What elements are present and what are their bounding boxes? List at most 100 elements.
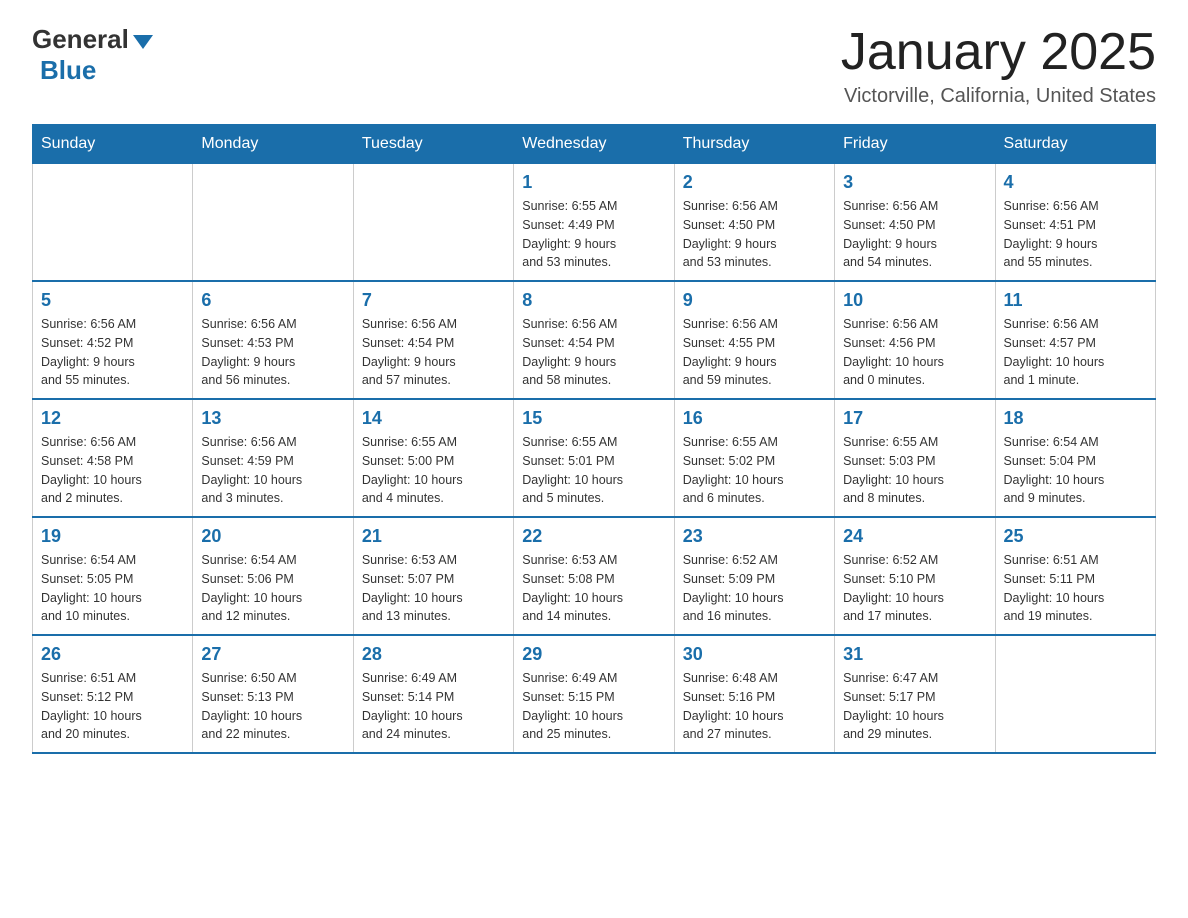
header-row: SundayMondayTuesdayWednesdayThursdayFrid… bbox=[33, 125, 1156, 164]
calendar-cell: 9 Sunrise: 6:56 AM Sunset: 4:55 PM Daylig… bbox=[674, 281, 834, 399]
day-info: Sunrise: 6:56 AM Sunset: 4:54 PM Dayligh… bbox=[362, 315, 505, 390]
day-number: 13 bbox=[201, 408, 344, 429]
day-info: Sunrise: 6:54 AM Sunset: 5:06 PM Dayligh… bbox=[201, 551, 344, 626]
calendar-cell bbox=[353, 164, 513, 282]
calendar-cell: 6Sunrise: 6:56 AM Sunset: 4:53 PM Daylig… bbox=[193, 281, 353, 399]
day-info: Sunrise: 6:50 AM Sunset: 5:13 PM Dayligh… bbox=[201, 669, 344, 744]
calendar-cell: 27 Sunrise: 6:50 AM Sunset: 5:13 PM Dayli… bbox=[193, 635, 353, 753]
calendar-table: SundayMondayTuesdayWednesdayThursdayFrid… bbox=[32, 124, 1156, 754]
week-row-1: 1Sunrise: 6:55 AM Sunset: 4:49 PM Daylig… bbox=[33, 164, 1156, 282]
day-info: Sunrise: 6:53 AM Sunset: 5:08 PM Dayligh… bbox=[522, 551, 665, 626]
calendar-cell: 19 Sunrise: 6:54 AM Sunset: 5:05 PM Dayli… bbox=[33, 517, 193, 635]
calendar-cell: 7 Sunrise: 6:56 AM Sunset: 4:54 PM Daylig… bbox=[353, 281, 513, 399]
header-monday: Monday bbox=[193, 125, 353, 164]
day-number: 23 bbox=[683, 526, 826, 547]
day-info: Sunrise: 6:54 AM Sunset: 5:05 PM Dayligh… bbox=[41, 551, 184, 626]
day-info: Sunrise: 6:54 AM Sunset: 5:04 PM Dayligh… bbox=[1004, 433, 1147, 508]
calendar-cell: 16 Sunrise: 6:55 AM Sunset: 5:02 PM Dayli… bbox=[674, 399, 834, 517]
day-number: 17 bbox=[843, 408, 986, 429]
day-number: 7 bbox=[362, 290, 505, 311]
calendar-cell: 28 Sunrise: 6:49 AM Sunset: 5:14 PM Dayli… bbox=[353, 635, 513, 753]
day-number: 16 bbox=[683, 408, 826, 429]
calendar-cell: 17 Sunrise: 6:55 AM Sunset: 5:03 PM Dayli… bbox=[835, 399, 995, 517]
day-number: 4 bbox=[1004, 172, 1147, 193]
header-tuesday: Tuesday bbox=[353, 125, 513, 164]
day-number: 5 bbox=[41, 290, 184, 311]
calendar-cell: 21 Sunrise: 6:53 AM Sunset: 5:07 PM Dayli… bbox=[353, 517, 513, 635]
day-info: Sunrise: 6:53 AM Sunset: 5:07 PM Dayligh… bbox=[362, 551, 505, 626]
day-number: 27 bbox=[201, 644, 344, 665]
day-info: Sunrise: 6:52 AM Sunset: 5:10 PM Dayligh… bbox=[843, 551, 986, 626]
calendar-cell: 14 Sunrise: 6:55 AM Sunset: 5:00 PM Dayli… bbox=[353, 399, 513, 517]
calendar-cell: 11 Sunrise: 6:56 AM Sunset: 4:57 PM Dayli… bbox=[995, 281, 1155, 399]
calendar-cell: 15 Sunrise: 6:55 AM Sunset: 5:01 PM Dayli… bbox=[514, 399, 674, 517]
logo-arrow-icon bbox=[133, 35, 153, 49]
day-info: Sunrise: 6:51 AM Sunset: 5:11 PM Dayligh… bbox=[1004, 551, 1147, 626]
day-number: 2 bbox=[683, 172, 826, 193]
calendar-cell: 18 Sunrise: 6:54 AM Sunset: 5:04 PM Dayli… bbox=[995, 399, 1155, 517]
calendar-cell: 24Sunrise: 6:52 AM Sunset: 5:10 PM Dayli… bbox=[835, 517, 995, 635]
day-number: 30 bbox=[683, 644, 826, 665]
day-info: Sunrise: 6:56 AM Sunset: 4:54 PM Dayligh… bbox=[522, 315, 665, 390]
logo-blue-text: Blue bbox=[40, 55, 96, 86]
calendar-header: SundayMondayTuesdayWednesdayThursdayFrid… bbox=[33, 125, 1156, 164]
week-row-2: 5 Sunrise: 6:56 AM Sunset: 4:52 PM Daylig… bbox=[33, 281, 1156, 399]
day-number: 21 bbox=[362, 526, 505, 547]
calendar-cell bbox=[33, 164, 193, 282]
day-info: Sunrise: 6:49 AM Sunset: 5:15 PM Dayligh… bbox=[522, 669, 665, 744]
calendar-cell: 2Sunrise: 6:56 AM Sunset: 4:50 PM Daylig… bbox=[674, 164, 834, 282]
day-info: Sunrise: 6:55 AM Sunset: 5:00 PM Dayligh… bbox=[362, 433, 505, 508]
calendar-cell: 13Sunrise: 6:56 AM Sunset: 4:59 PM Dayli… bbox=[193, 399, 353, 517]
day-info: Sunrise: 6:56 AM Sunset: 4:52 PM Dayligh… bbox=[41, 315, 184, 390]
day-number: 18 bbox=[1004, 408, 1147, 429]
calendar-cell: 25 Sunrise: 6:51 AM Sunset: 5:11 PM Dayli… bbox=[995, 517, 1155, 635]
day-info: Sunrise: 6:56 AM Sunset: 4:58 PM Dayligh… bbox=[41, 433, 184, 508]
day-info: Sunrise: 6:47 AM Sunset: 5:17 PM Dayligh… bbox=[843, 669, 986, 744]
calendar-cell bbox=[193, 164, 353, 282]
day-number: 22 bbox=[522, 526, 665, 547]
week-row-5: 26 Sunrise: 6:51 AM Sunset: 5:12 PM Dayli… bbox=[33, 635, 1156, 753]
day-number: 20 bbox=[201, 526, 344, 547]
calendar-cell: 4Sunrise: 6:56 AM Sunset: 4:51 PM Daylig… bbox=[995, 164, 1155, 282]
header-sunday: Sunday bbox=[33, 125, 193, 164]
calendar-cell bbox=[995, 635, 1155, 753]
calendar-cell: 20 Sunrise: 6:54 AM Sunset: 5:06 PM Dayli… bbox=[193, 517, 353, 635]
calendar-cell: 23 Sunrise: 6:52 AM Sunset: 5:09 PM Dayli… bbox=[674, 517, 834, 635]
day-info: Sunrise: 6:48 AM Sunset: 5:16 PM Dayligh… bbox=[683, 669, 826, 744]
header-friday: Friday bbox=[835, 125, 995, 164]
day-info: Sunrise: 6:55 AM Sunset: 5:02 PM Dayligh… bbox=[683, 433, 826, 508]
calendar-cell: 8 Sunrise: 6:56 AM Sunset: 4:54 PM Daylig… bbox=[514, 281, 674, 399]
logo: General Blue bbox=[32, 24, 153, 86]
day-info: Sunrise: 6:56 AM Sunset: 4:55 PM Dayligh… bbox=[683, 315, 826, 390]
header-thursday: Thursday bbox=[674, 125, 834, 164]
day-number: 19 bbox=[41, 526, 184, 547]
day-number: 10 bbox=[843, 290, 986, 311]
day-number: 8 bbox=[522, 290, 665, 311]
day-number: 15 bbox=[522, 408, 665, 429]
day-number: 26 bbox=[41, 644, 184, 665]
day-number: 28 bbox=[362, 644, 505, 665]
day-info: Sunrise: 6:52 AM Sunset: 5:09 PM Dayligh… bbox=[683, 551, 826, 626]
day-info: Sunrise: 6:51 AM Sunset: 5:12 PM Dayligh… bbox=[41, 669, 184, 744]
day-number: 25 bbox=[1004, 526, 1147, 547]
calendar-cell: 10Sunrise: 6:56 AM Sunset: 4:56 PM Dayli… bbox=[835, 281, 995, 399]
month-title: January 2025 bbox=[841, 24, 1156, 81]
day-info: Sunrise: 6:55 AM Sunset: 4:49 PM Dayligh… bbox=[522, 197, 665, 272]
day-info: Sunrise: 6:55 AM Sunset: 5:01 PM Dayligh… bbox=[522, 433, 665, 508]
day-info: Sunrise: 6:56 AM Sunset: 4:57 PM Dayligh… bbox=[1004, 315, 1147, 390]
day-number: 3 bbox=[843, 172, 986, 193]
calendar-body: 1Sunrise: 6:55 AM Sunset: 4:49 PM Daylig… bbox=[33, 164, 1156, 754]
day-number: 11 bbox=[1004, 290, 1147, 311]
day-number: 29 bbox=[522, 644, 665, 665]
day-info: Sunrise: 6:49 AM Sunset: 5:14 PM Dayligh… bbox=[362, 669, 505, 744]
calendar-cell: 3Sunrise: 6:56 AM Sunset: 4:50 PM Daylig… bbox=[835, 164, 995, 282]
calendar-cell: 29 Sunrise: 6:49 AM Sunset: 5:15 PM Dayli… bbox=[514, 635, 674, 753]
header-saturday: Saturday bbox=[995, 125, 1155, 164]
day-number: 6 bbox=[201, 290, 344, 311]
calendar-cell: 26 Sunrise: 6:51 AM Sunset: 5:12 PM Dayli… bbox=[33, 635, 193, 753]
week-row-3: 12Sunrise: 6:56 AM Sunset: 4:58 PM Dayli… bbox=[33, 399, 1156, 517]
day-number: 9 bbox=[683, 290, 826, 311]
logo-general-text: General bbox=[32, 24, 129, 55]
day-info: Sunrise: 6:55 AM Sunset: 5:03 PM Dayligh… bbox=[843, 433, 986, 508]
day-number: 14 bbox=[362, 408, 505, 429]
